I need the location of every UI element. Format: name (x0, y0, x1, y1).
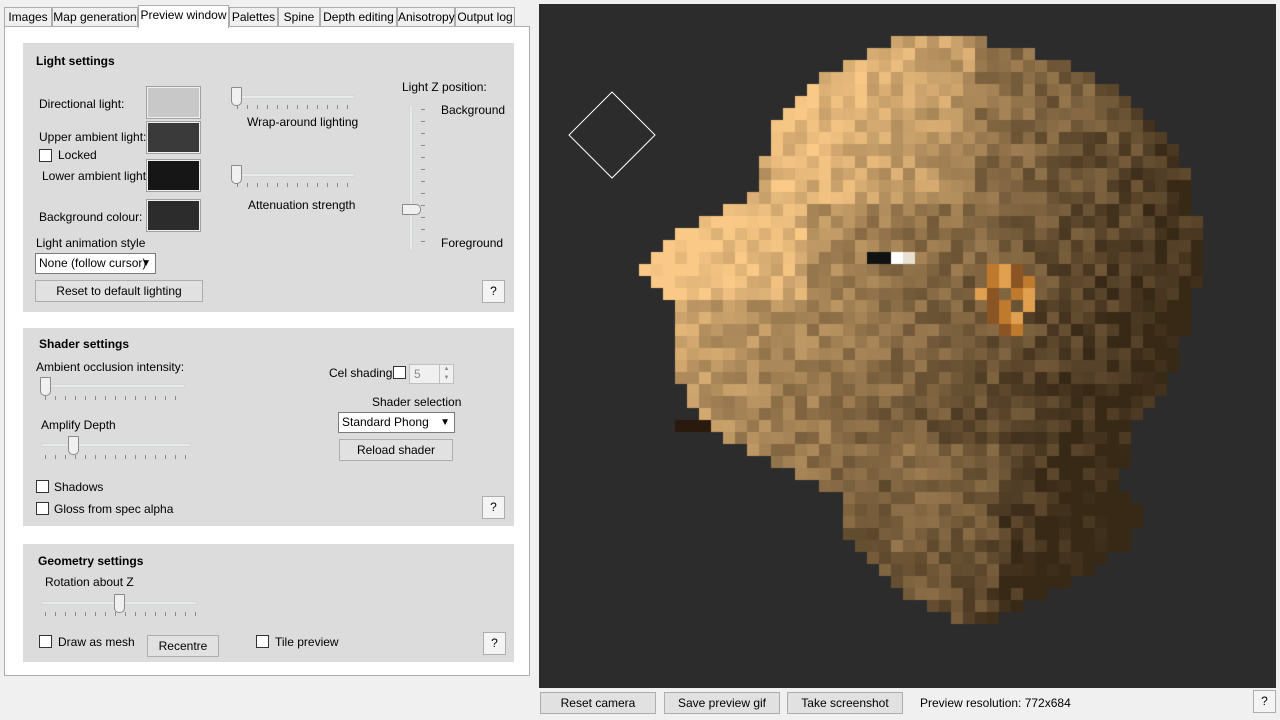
directional-light-label: Directional light: (39, 97, 124, 111)
tab-preview-window[interactable]: Preview window (138, 5, 229, 28)
gloss-label: Gloss from spec alpha (54, 502, 173, 516)
shader-selection-value: Standard Phong (342, 415, 429, 429)
chevron-down-icon: ▼ (440, 413, 450, 432)
background-colour-swatch[interactable] (147, 200, 200, 231)
light-help-button[interactable]: ? (482, 280, 505, 303)
shader-selection-select[interactable]: Standard Phong ▼ (338, 412, 455, 433)
ao-intensity-label: Ambient occlusion intensity: (36, 360, 184, 374)
light-animation-value: None (follow cursor) (39, 256, 146, 270)
wrap-around-ticks (237, 105, 357, 109)
light-settings-group: Light settings Directional light: Upper … (23, 43, 514, 312)
cel-levels-value: 5 (414, 367, 421, 381)
amplify-slider-thumb[interactable] (68, 436, 79, 455)
pixel-art-head-image (539, 4, 1276, 688)
cel-shading-label: Cel shading (329, 366, 392, 380)
take-screenshot-button[interactable]: Take screenshot (787, 692, 903, 714)
background-colour-label: Background colour: (39, 210, 142, 224)
shader-selection-label: Shader selection (372, 395, 461, 409)
tab-spine[interactable]: Spine (278, 7, 320, 27)
ao-track (41, 384, 185, 388)
draw-mesh-checkbox[interactable] (39, 635, 52, 648)
tab-anisotropy[interactable]: Anisotropy (397, 7, 455, 27)
rotation-slider-thumb[interactable] (114, 594, 125, 613)
reset-camera-button[interactable]: Reset camera (540, 692, 656, 714)
light-z-ticks (421, 109, 425, 249)
chevron-down-icon: ▼ (141, 254, 151, 273)
attenuation-ticks (237, 183, 357, 187)
light-animation-select[interactable]: None (follow cursor) ▼ (35, 253, 156, 274)
attenuation-label: Attenuation strength (248, 198, 355, 212)
shadows-label: Shadows (54, 480, 103, 494)
lower-ambient-swatch[interactable] (147, 160, 200, 191)
cel-levels-stepper[interactable]: 5 ▲▼ (409, 364, 454, 384)
preview-resolution-text: Preview resolution: 772x684 (920, 696, 1071, 710)
light-z-track (409, 105, 413, 251)
light-z-background-label: Background (441, 103, 505, 117)
preview-viewport[interactable] (539, 4, 1276, 688)
tab-output-log[interactable]: Output log (455, 7, 515, 27)
shader-help-button[interactable]: ? (482, 496, 505, 519)
shader-settings-group: Shader settings Ambient occlusion intens… (23, 328, 514, 526)
wrap-around-track (233, 95, 355, 99)
tile-preview-checkbox[interactable] (256, 635, 269, 648)
wrap-around-label: Wrap-around lighting (247, 115, 358, 129)
tab-map-generation[interactable]: Map generation (52, 7, 138, 27)
upper-ambient-label: Upper ambient light: (39, 130, 146, 144)
light-z-slider-thumb[interactable] (402, 204, 421, 215)
recentre-button[interactable]: Recentre (147, 635, 219, 657)
reset-lighting-button[interactable]: Reset to default lighting (35, 280, 203, 302)
light-settings-title: Light settings (36, 54, 115, 68)
light-animation-label: Light animation style (36, 236, 145, 250)
locked-checkbox[interactable] (39, 149, 52, 162)
reload-shader-button[interactable]: Reload shader (339, 439, 453, 461)
rotation-label: Rotation about Z (45, 575, 134, 589)
lower-ambient-label: Lower ambient light: (42, 169, 149, 183)
amplify-ticks (45, 455, 191, 459)
ao-ticks (45, 396, 185, 400)
stepper-arrows-icon[interactable]: ▲▼ (439, 365, 453, 383)
gloss-checkbox[interactable] (36, 502, 49, 515)
amplify-track (41, 443, 191, 447)
save-preview-gif-button[interactable]: Save preview gif (664, 692, 780, 714)
geometry-settings-group: Geometry settings Rotation about Z Draw … (23, 544, 514, 662)
shader-settings-title: Shader settings (39, 337, 129, 351)
tab-palettes[interactable]: Palettes (229, 7, 278, 27)
wrap-around-slider-thumb[interactable] (231, 87, 242, 106)
preview-help-button[interactable]: ? (1253, 690, 1276, 713)
attenuation-track (233, 173, 355, 177)
draw-mesh-label: Draw as mesh (58, 635, 135, 649)
cel-shading-checkbox[interactable] (393, 366, 406, 379)
geometry-settings-title: Geometry settings (38, 554, 143, 568)
tab-images[interactable]: Images (4, 7, 52, 27)
tile-preview-label: Tile preview (275, 635, 339, 649)
geometry-help-button[interactable]: ? (483, 632, 506, 655)
tab-depth-editing[interactable]: Depth editing (320, 7, 397, 27)
amplify-depth-label: Amplify Depth (41, 418, 116, 432)
attenuation-slider-thumb[interactable] (231, 165, 242, 184)
directional-light-swatch[interactable] (147, 87, 200, 118)
locked-label: Locked (58, 148, 97, 162)
shadows-checkbox[interactable] (36, 480, 49, 493)
preview-window-page: Light settings Directional light: Upper … (4, 26, 530, 676)
light-z-foreground-label: Foreground (441, 236, 503, 250)
light-z-label: Light Z position: (402, 80, 487, 94)
ao-slider-thumb[interactable] (40, 377, 51, 396)
upper-ambient-swatch[interactable] (147, 122, 200, 153)
